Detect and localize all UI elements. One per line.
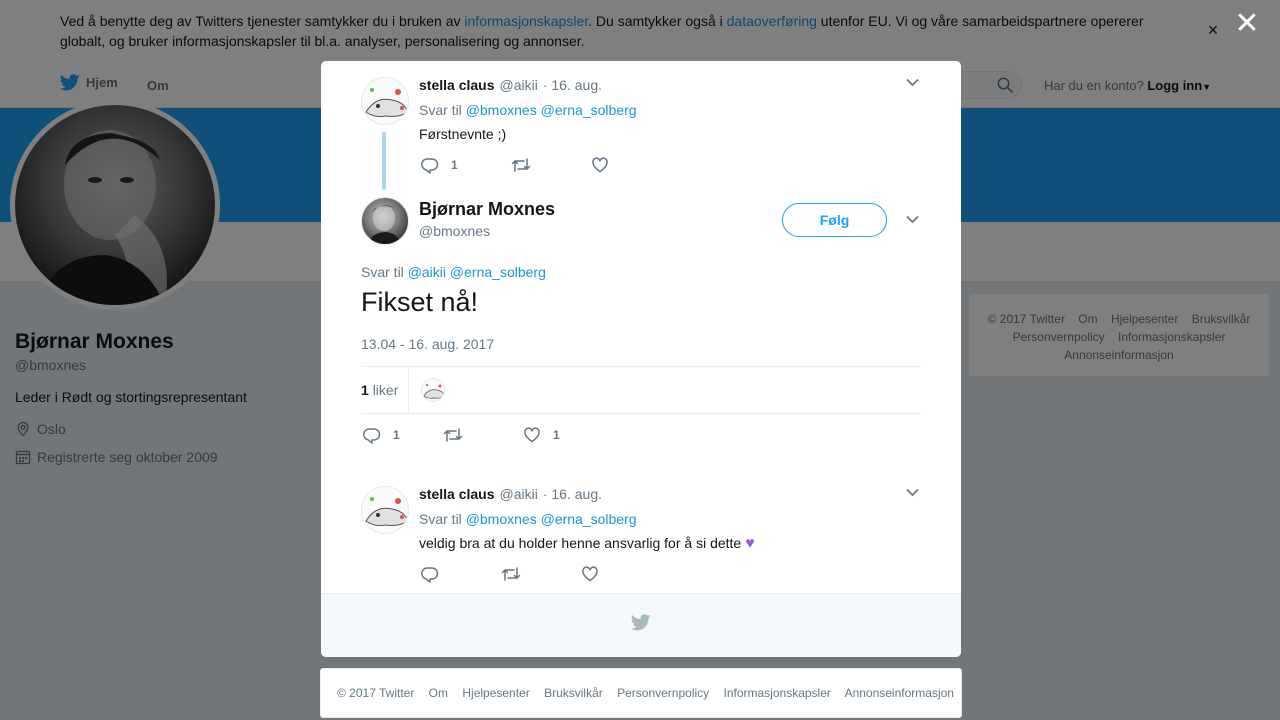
retweet-button[interactable] [443, 426, 523, 444]
footer-link[interactable]: Bruksvilkår [544, 686, 603, 700]
likes-count: 1 [361, 382, 369, 398]
like-button[interactable]: 1 [523, 426, 560, 444]
reply-reply-to: Svar til @bmoxnes @erna_solberg [419, 511, 637, 527]
main-tweet-text: Fikset nå! [361, 287, 479, 317]
footer-link: © 2017 Twitter [337, 686, 415, 700]
reply-tweet-actions [421, 565, 599, 583]
reply-button[interactable] [421, 565, 501, 583]
chevron-down-icon[interactable] [906, 78, 919, 87]
heart-icon [592, 157, 608, 173]
reply-icon [421, 158, 439, 174]
like-button[interactable] [591, 156, 609, 174]
parent-tweet-handle[interactable]: @aikii [500, 77, 538, 93]
parent-reply-to: Svar til @bmoxnes @erna_solberg [419, 102, 637, 118]
mention-link[interactable]: @aikii [408, 264, 446, 280]
main-tweet-avatar[interactable] [361, 197, 409, 245]
heart-icon [582, 566, 598, 582]
main-tweet-timestamp[interactable]: 13.04 - 16. aug. 2017 [361, 336, 494, 352]
modal-footer [321, 593, 961, 657]
parent-tweet-header: stella claus @aikii · 16. aug. [419, 77, 602, 93]
reply-tweet-header: stella claus @aikii · 16. aug. [419, 486, 602, 502]
avatar-image [422, 379, 444, 401]
reply-button[interactable]: 1 [363, 426, 443, 444]
reply-prefix: Svar til [361, 264, 404, 280]
chevron-down-icon[interactable] [906, 488, 919, 497]
parent-tweet-avatar[interactable] [361, 77, 409, 125]
avatar-image [362, 78, 408, 124]
mention-link[interactable]: @erna_solberg [541, 511, 637, 527]
avatar-image [366, 205, 402, 244]
reply-count: 1 [451, 158, 458, 172]
reply-icon [363, 428, 381, 444]
reply-prefix: Svar til [419, 511, 462, 527]
retweet-icon [501, 567, 521, 581]
retweet-icon [443, 428, 463, 442]
follow-button[interactable]: Følg [782, 203, 887, 237]
reply-button[interactable]: 1 [421, 156, 511, 174]
parent-tweet-date[interactable]: · 16. aug. [543, 77, 602, 93]
reply-prefix: Svar til [419, 102, 462, 118]
liker-avatar[interactable] [421, 378, 445, 402]
likes-label: liker [372, 382, 399, 398]
main-tweet-handle[interactable]: @bmoxnes [419, 223, 490, 239]
twitter-bird-icon [631, 614, 651, 631]
tweet-modal: stella claus @aikii · 16. aug. Svar til … [321, 61, 961, 657]
retweet-icon [511, 158, 531, 172]
main-tweet-name[interactable]: Bjørnar Moxnes [419, 199, 555, 220]
bottom-footer: © 2017 Twitter Om Hjelpesenter Bruksvilk… [320, 668, 962, 718]
reply-count: 1 [393, 428, 400, 442]
heart-icon [524, 427, 540, 443]
parent-tweet-text: Førstnevnte ;) [419, 126, 507, 142]
retweet-button[interactable] [511, 156, 591, 174]
mention-link[interactable]: @bmoxnes [466, 511, 537, 527]
mention-link[interactable]: @bmoxnes [466, 102, 537, 118]
mention-link[interactable]: @erna_solberg [450, 264, 546, 280]
purple-heart-emoji: ♥ [745, 535, 755, 552]
reply-tweet-text: veldig bra at du holder henne ansvarlig … [419, 535, 755, 553]
like-count: 1 [553, 428, 560, 442]
main-reply-to: Svar til @aikii @erna_solberg [361, 264, 546, 280]
reply-icon [421, 567, 439, 583]
reply-tweet-date[interactable]: · 16. aug. [543, 486, 602, 502]
parent-tweet-actions: 1 [421, 156, 609, 174]
avatar-image [362, 487, 408, 533]
footer-link[interactable]: Informasjonskapsler [724, 686, 831, 700]
footer-link[interactable]: Om [429, 686, 448, 700]
chevron-down-icon[interactable] [906, 215, 919, 224]
mention-link[interactable]: @erna_solberg [541, 102, 637, 118]
reply-tweet-avatar[interactable] [361, 486, 409, 534]
tweet-stats: 1 liker [361, 366, 921, 414]
reply-tweet-name[interactable]: stella claus [419, 486, 495, 502]
footer-link[interactable]: Annonseinformasjon [845, 686, 954, 700]
likes-stat[interactable]: 1 liker [361, 382, 398, 398]
reply-text: veldig bra at du holder henne ansvarlig … [419, 535, 742, 551]
reply-tweet-handle[interactable]: @aikii [500, 486, 538, 502]
main-tweet-actions: 1 1 [363, 426, 560, 444]
thread-connector-line [382, 132, 386, 190]
retweet-button[interactable] [501, 565, 581, 583]
like-button[interactable] [581, 565, 599, 583]
parent-tweet-name[interactable]: stella claus [419, 77, 495, 93]
footer-link[interactable]: Hjelpesenter [462, 686, 529, 700]
stats-divider [408, 367, 409, 413]
footer-link[interactable]: Personvernpolicy [617, 686, 709, 700]
close-icon[interactable]: ✕ [1234, 9, 1260, 39]
